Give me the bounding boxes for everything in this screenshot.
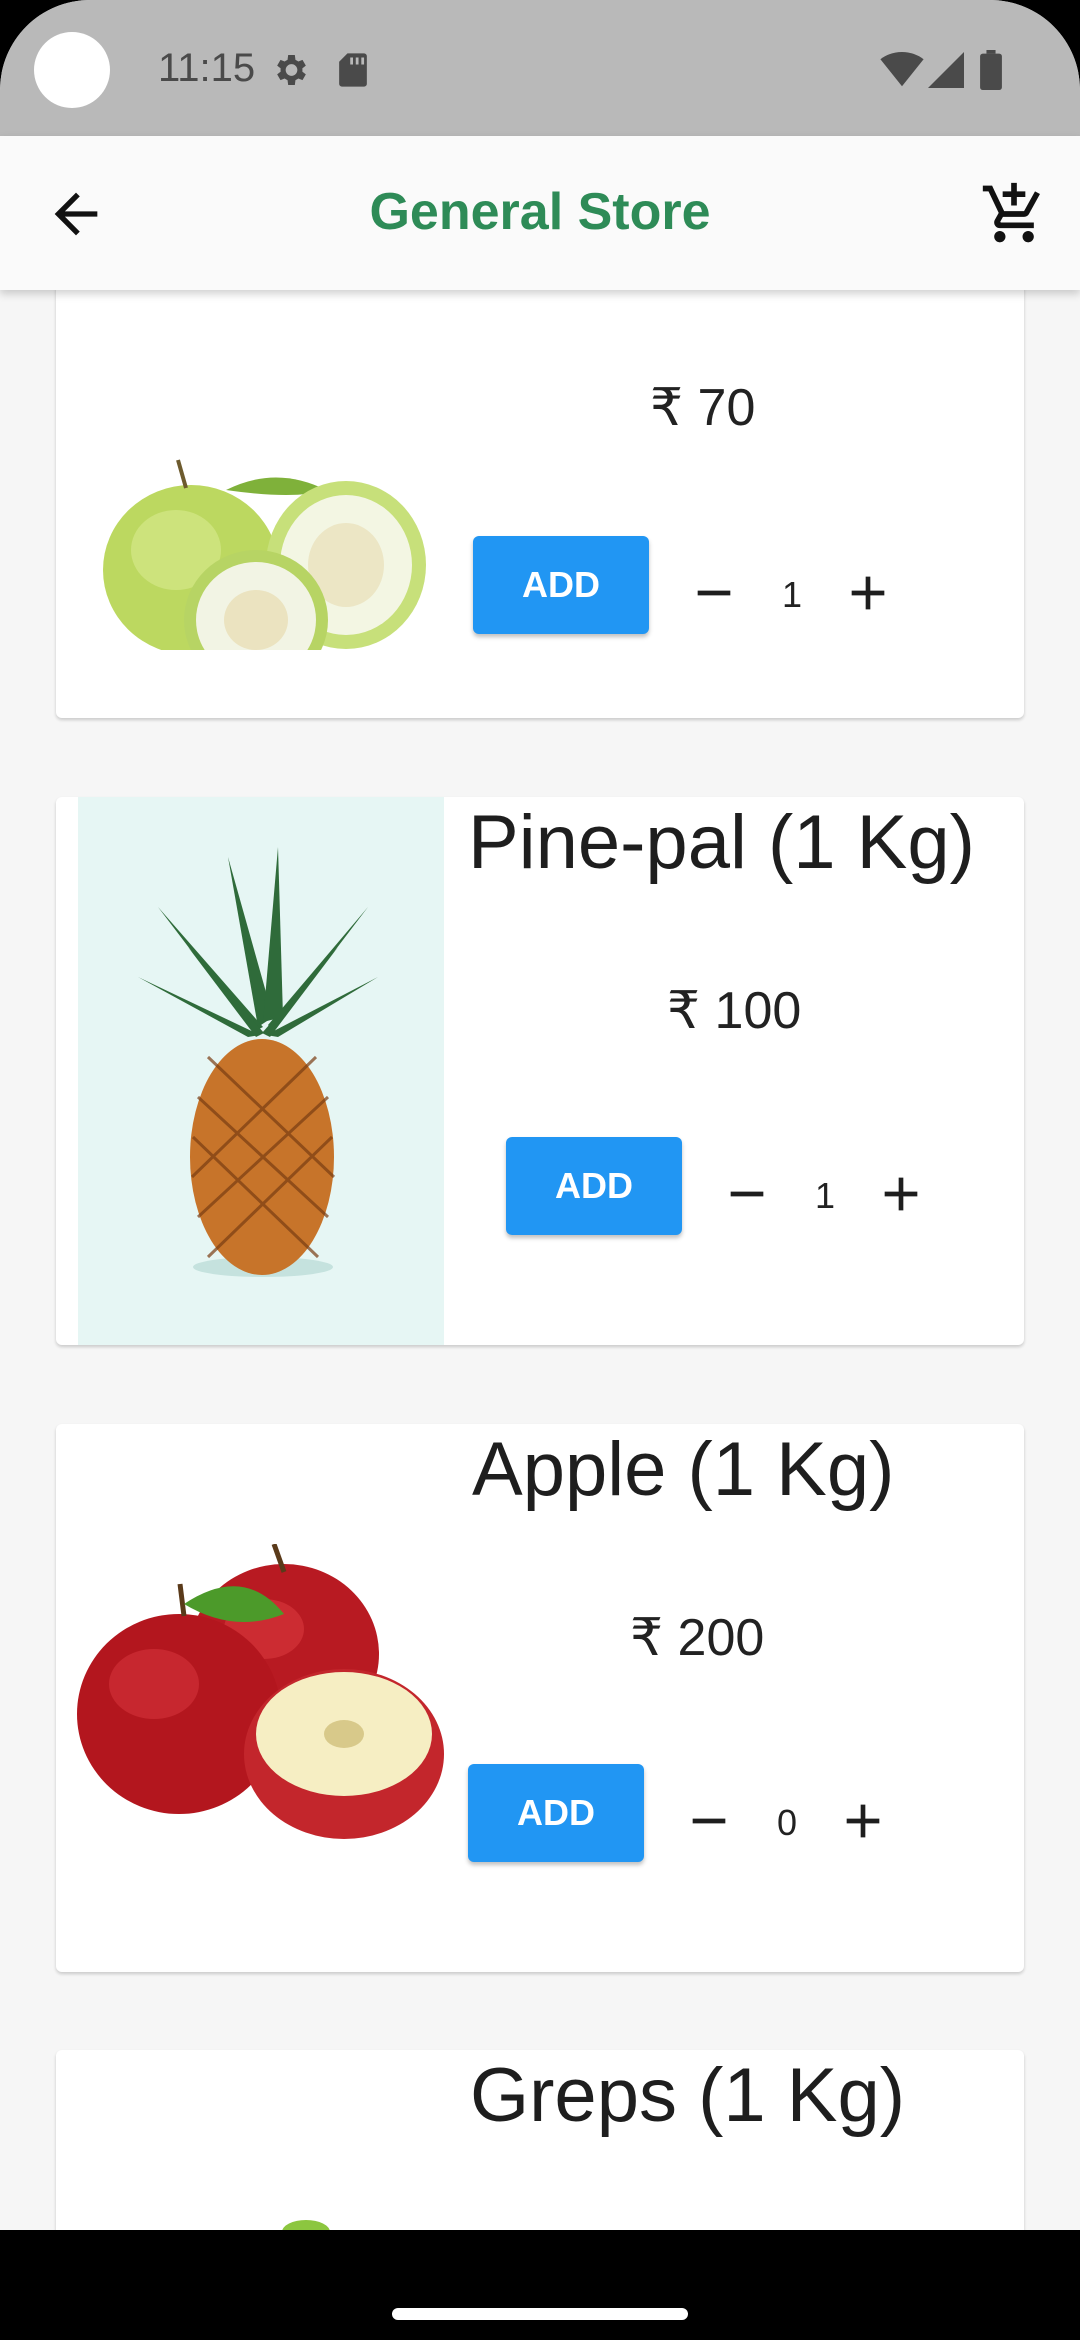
status-bar: 11:15 bbox=[0, 0, 1080, 136]
status-time: 11:15 bbox=[158, 46, 256, 90]
quantity-value: 1 bbox=[814, 1175, 836, 1216]
minus-icon[interactable] bbox=[686, 565, 742, 621]
add-button[interactable]: ADD bbox=[473, 536, 649, 634]
quantity-value: 1 bbox=[781, 574, 803, 615]
sd-card-icon bbox=[339, 53, 367, 87]
screen: 11:15 General Store ₹ 70 ADD 1 Pine-pal … bbox=[0, 0, 1080, 2340]
plus-icon[interactable] bbox=[873, 1166, 929, 1222]
battery-icon bbox=[980, 50, 1002, 90]
product-name: Apple (1 Kg) bbox=[472, 1427, 895, 1512]
navigation-bar bbox=[0, 2230, 1080, 2340]
add-button[interactable]: ADD bbox=[468, 1764, 644, 1862]
pineapple-image bbox=[78, 797, 444, 1345]
product-card-grapes: Greps (1 Kg) bbox=[56, 2050, 1024, 2230]
product-name: Pine-pal (1 Kg) bbox=[468, 800, 975, 885]
add-to-cart-icon[interactable] bbox=[980, 180, 1048, 248]
apple-image bbox=[77, 1544, 444, 1839]
quantity-value: 0 bbox=[776, 1802, 798, 1843]
plus-icon[interactable] bbox=[835, 1793, 891, 1849]
home-handle[interactable] bbox=[392, 2308, 688, 2320]
camera-cutout bbox=[34, 32, 110, 108]
settings-icon bbox=[277, 55, 306, 85]
page-title: General Store bbox=[369, 183, 711, 241]
minus-icon[interactable] bbox=[681, 1793, 737, 1849]
product-price: ₹ 200 bbox=[630, 1609, 765, 1667]
product-card-pineapple: Pine-pal (1 Kg) ₹ 100 ADD 1 bbox=[56, 797, 1024, 1345]
guava-image bbox=[103, 459, 426, 650]
plus-icon[interactable] bbox=[840, 565, 896, 621]
grapes-image bbox=[282, 2220, 330, 2230]
product-card-apple: Apple (1 Kg) ₹ 200 ADD 0 bbox=[56, 1424, 1024, 1972]
signal-icon bbox=[928, 52, 964, 88]
product-name: Greps (1 Kg) bbox=[470, 2053, 906, 2138]
product-card-guava: ₹ 70 ADD 1 bbox=[56, 290, 1024, 718]
app-bar: General Store bbox=[0, 136, 1080, 290]
add-button[interactable]: ADD bbox=[506, 1137, 682, 1235]
wifi-icon bbox=[880, 52, 924, 87]
product-list[interactable]: ₹ 70 ADD 1 Pine-pal (1 Kg) ₹ 100 ADD 1 A… bbox=[0, 290, 1080, 2230]
product-price: ₹ 100 bbox=[667, 982, 802, 1040]
product-price: ₹ 70 bbox=[650, 379, 756, 437]
minus-icon[interactable] bbox=[719, 1166, 775, 1222]
